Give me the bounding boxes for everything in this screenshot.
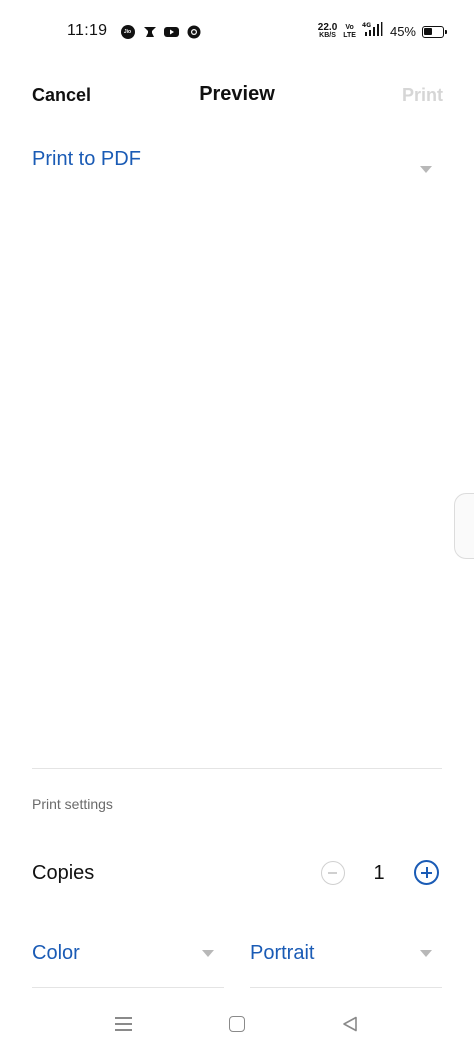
chevron-down-icon: [420, 950, 432, 957]
youtube-icon: [164, 24, 179, 39]
color-select[interactable]: Color: [32, 934, 224, 988]
cancel-button[interactable]: Cancel: [32, 85, 91, 106]
divider: [32, 768, 442, 769]
printer-select[interactable]: Print to PDF: [32, 145, 442, 185]
battery-level-fill: [424, 27, 432, 35]
navigation-bar: [0, 1000, 474, 1053]
decrement-copies-button[interactable]: [321, 861, 345, 885]
menu-icon[interactable]: [115, 1017, 132, 1031]
battery-icon: [422, 25, 447, 38]
battery-percent: 45%: [389, 24, 416, 39]
status-bar: 11:19 Jio 22.0 KB/S Vo LTE 4G 45%: [0, 0, 474, 62]
color-value: Color: [32, 942, 80, 964]
toolbar: Cancel Preview Print: [0, 78, 474, 114]
volte-indicator: Vo LTE: [343, 23, 356, 39]
home-icon[interactable]: [229, 1016, 245, 1032]
copies-label: Copies: [32, 862, 95, 884]
jio-icon: Jio: [120, 24, 135, 39]
print-preview-screen: 11:19 Jio 22.0 KB/S Vo LTE 4G 45% Cancel…: [0, 0, 474, 1053]
copies-row: Copies 1: [32, 852, 442, 892]
section-label: Print settings: [32, 796, 113, 812]
chrome-icon: [186, 24, 201, 39]
copies-value: 1: [373, 862, 385, 884]
chevron-down-icon: [202, 950, 214, 957]
status-time: 11:19: [67, 22, 108, 39]
back-icon[interactable]: [342, 1016, 358, 1032]
stock-market-icon: [142, 24, 157, 39]
chevron-down-icon: [420, 166, 432, 173]
svg-text:4G: 4G: [362, 22, 371, 29]
orientation-select[interactable]: Portrait: [250, 934, 442, 988]
orientation-value: Portrait: [250, 942, 315, 964]
status-right-icons: 22.0 KB/S Vo LTE 4G 45%: [317, 21, 447, 41]
signal-icon: 4G: [362, 22, 384, 41]
notification-icons: Jio: [120, 24, 201, 39]
increment-copies-button[interactable]: [414, 860, 439, 885]
side-panel-handle[interactable]: [454, 493, 474, 559]
print-button[interactable]: Print: [402, 85, 443, 106]
printer-name: Print to PDF: [32, 148, 141, 170]
network-speed: 22.0 KB/S: [317, 21, 338, 39]
